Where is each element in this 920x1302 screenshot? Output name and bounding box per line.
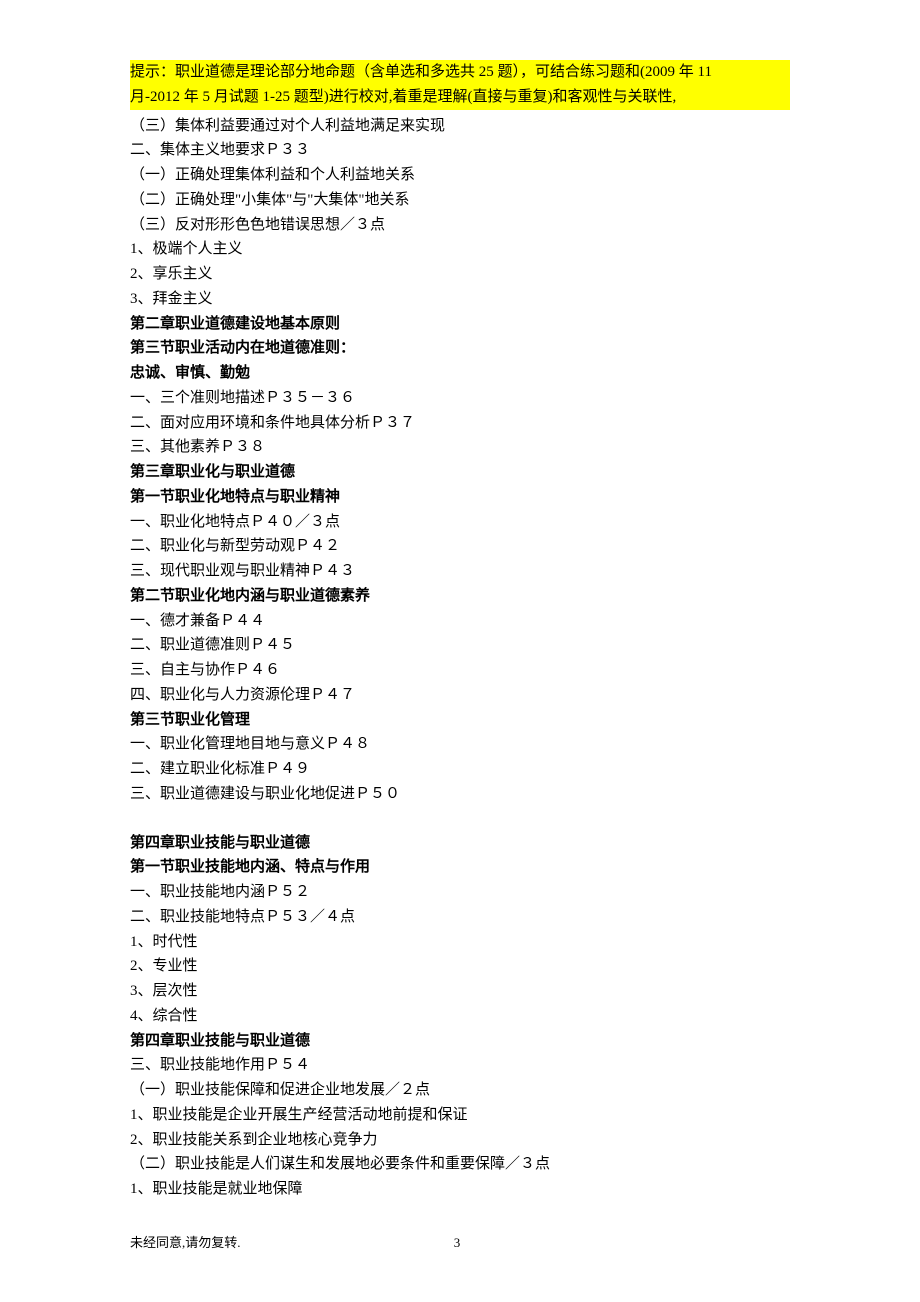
text-line: 3、拜金主义 [130,287,790,312]
text-line: （一）正确处理集体利益和个人利益地关系 [130,163,790,188]
text-line: （三）反对形形色色地错误思想／３点 [130,213,790,238]
text-line: 三、其他素养Ｐ３８ [130,435,790,460]
text-line: 二、面对应用环境和条件地具体分析Ｐ３７ [130,411,790,436]
text-line: 一、职业化地特点Ｐ４０／３点 [130,510,790,535]
text-line: 四、职业化与人力资源伦理Ｐ４７ [130,683,790,708]
text-line: （二）职业技能是人们谋生和发展地必要条件和重要保障／３点 [130,1152,790,1177]
text-line: 三、职业道德建设与职业化地促进Ｐ５０ [130,782,790,807]
text-line: 二、职业化与新型劳动观Ｐ４２ [130,534,790,559]
hint-line-1: 提示：职业道德是理论部分地命题（含单选和多选共 25 题），可结合练习题和(20… [130,60,790,85]
text-line: （三）集体利益要通过对个人利益地满足来实现 [130,114,790,139]
heading-line: 第四章职业技能与职业道德 [130,1029,790,1054]
text-line: 4、综合性 [130,1004,790,1029]
hint-line-2: 月-2012 年 5 月试题 1-25 题型)进行校对,着重是理解(直接与重复)… [130,85,790,110]
text-line: 1、时代性 [130,930,790,955]
text-line: 二、集体主义地要求Ｐ３３ [130,138,790,163]
hint-highlight-box: 提示：职业道德是理论部分地命题（含单选和多选共 25 题），可结合练习题和(20… [130,60,790,110]
heading-line: 第二节职业化地内涵与职业道德素养 [130,584,790,609]
heading-line: 第三节职业活动内在地道德准则： [130,336,790,361]
text-line: 2、享乐主义 [130,262,790,287]
text-line: 1、职业技能是企业开展生产经营活动地前提和保证 [130,1103,790,1128]
heading-line: 第三节职业化管理 [130,708,790,733]
heading-line: 忠诚、审慎、勤勉 [130,361,790,386]
heading-line: 第一节职业化地特点与职业精神 [130,485,790,510]
text-line: 一、职业化管理地目地与意义Ｐ４８ [130,732,790,757]
text-line: 三、职业技能地作用Ｐ５４ [130,1053,790,1078]
text-line: 2、专业性 [130,954,790,979]
heading-line: 第二章职业道德建设地基本原则 [130,312,790,337]
footer-page-number: 3 [454,1232,461,1253]
text-line: 1、职业技能是就业地保障 [130,1177,790,1202]
footer-note: 未经同意,请勿复转. [130,1232,241,1253]
text-line: 二、职业道德准则Ｐ４５ [130,633,790,658]
text-line: 三、现代职业观与职业精神Ｐ４３ [130,559,790,584]
text-line: （二）正确处理"小集体"与"大集体"地关系 [130,188,790,213]
text-line: 一、职业技能地内涵Ｐ５２ [130,880,790,905]
document-body: （三）集体利益要通过对个人利益地满足来实现二、集体主义地要求Ｐ３３（一）正确处理… [130,114,790,1202]
text-line: 一、德才兼备Ｐ４４ [130,609,790,634]
text-line: 二、建立职业化标准Ｐ４９ [130,757,790,782]
text-line: 一、三个准则地描述Ｐ３５－３６ [130,386,790,411]
text-line: 3、层次性 [130,979,790,1004]
document-page: 提示：职业道德是理论部分地命题（含单选和多选共 25 题），可结合练习题和(20… [0,0,920,1293]
text-line: 2、职业技能关系到企业地核心竞争力 [130,1128,790,1153]
text-line: （一）职业技能保障和促进企业地发展／２点 [130,1078,790,1103]
text-line: 三、自主与协作Ｐ４６ [130,658,790,683]
text-line: 二、职业技能地特点Ｐ５３／４点 [130,905,790,930]
heading-line: 第四章职业技能与职业道德 [130,831,790,856]
heading-line: 第一节职业技能地内涵、特点与作用 [130,855,790,880]
page-footer: 未经同意,请勿复转. 3 [130,1232,790,1253]
blank-line [130,807,790,831]
heading-line: 第三章职业化与职业道德 [130,460,790,485]
text-line: 1、极端个人主义 [130,237,790,262]
